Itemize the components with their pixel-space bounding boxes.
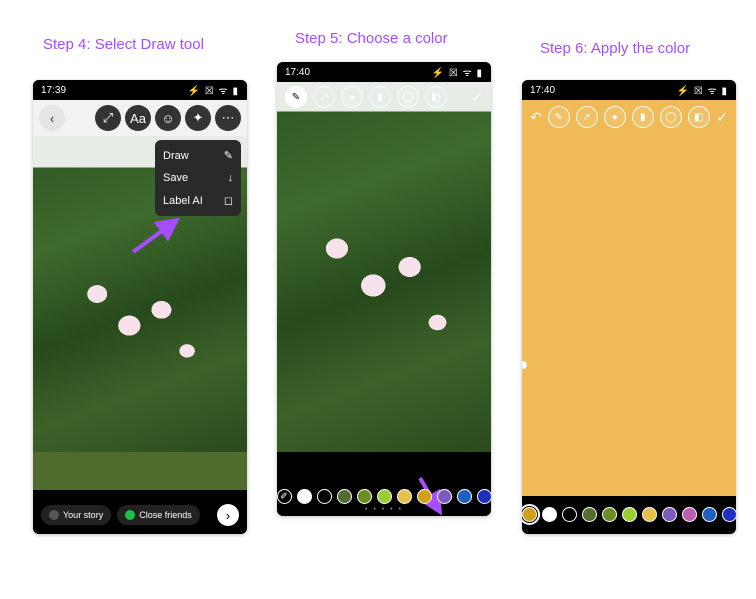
close-friends-button[interactable]: Close friends (117, 505, 200, 525)
menu-label: Save (163, 172, 188, 184)
caption-step6: Step 6: Apply the color (540, 40, 690, 57)
eyedropper-icon[interactable]: ✐ (277, 489, 292, 504)
phone-step5: 17:40 ⚡ ☒ ᯤ ▮ ✎ ↗ ● ▮ ◯ ◧ ✓ ✐ • • • • • (277, 62, 491, 516)
draw-toolbar: ↶ ✎ ↗ ● ▮ ◯ ◧ ✓ (522, 102, 736, 132)
color-swatch[interactable] (602, 507, 617, 522)
caption-step4: Step 4: Select Draw tool (43, 36, 204, 53)
your-story-button[interactable]: Your story (41, 505, 111, 525)
menu-item-draw[interactable]: Draw ✎ (155, 144, 241, 167)
story-image (277, 82, 491, 452)
palette-pager: • • • • • (277, 506, 491, 513)
clock: 17:39 (41, 85, 66, 96)
chisel-tool-icon[interactable]: ▮ (369, 86, 391, 108)
status-bar: 17:40 ⚡ ☒ ᯤ ▮ (277, 62, 491, 82)
pen-tool-icon[interactable]: ✎ (285, 86, 307, 108)
eraser-tool-icon[interactable]: ◧ (425, 86, 447, 108)
glow-tool-icon[interactable]: ● (341, 86, 363, 108)
image-bottom-strip (33, 452, 247, 490)
color-swatch[interactable] (622, 507, 637, 522)
phone-step4: 17:39 ⚡ ☒ ᯤ ▮ ‹ ⤢ Aa ☺ ✦ ⋯ Draw ✎ Save ↓… (33, 80, 247, 534)
status-icons: ⚡ ☒ ᯤ ▮ (188, 83, 239, 97)
draw-icon: ✎ (224, 149, 233, 162)
color-swatch[interactable] (337, 489, 352, 504)
star-icon (125, 510, 135, 520)
color-swatch[interactable] (682, 507, 697, 522)
status-icons: ⚡ ☒ ᯤ ▮ (677, 83, 728, 97)
done-button[interactable]: ✓ (471, 89, 483, 106)
color-palette: ✐ (277, 489, 491, 504)
your-story-label: Your story (63, 510, 103, 520)
color-swatch[interactable] (297, 489, 312, 504)
pen-tool-icon[interactable]: ✎ (548, 106, 570, 128)
brush-size-handle[interactable] (522, 361, 527, 369)
arrow-tool-icon[interactable]: ↗ (313, 86, 335, 108)
annotation-arrow (127, 210, 187, 260)
color-swatch[interactable] (702, 507, 717, 522)
menu-label: Label AI (163, 195, 203, 207)
chisel-tool-icon[interactable]: ▮ (632, 106, 654, 128)
clock: 17:40 (285, 67, 310, 78)
download-icon: ↓ (228, 172, 234, 184)
color-swatch[interactable] (437, 489, 452, 504)
color-swatch[interactable] (582, 507, 597, 522)
color-swatch[interactable] (522, 507, 537, 522)
filled-canvas[interactable] (522, 100, 736, 496)
menu-label: Draw (163, 150, 189, 162)
effects-icon[interactable]: ✦ (185, 105, 211, 131)
color-swatch[interactable] (417, 489, 432, 504)
sticker-icon[interactable]: ☺ (155, 105, 181, 131)
status-bar: 17:39 ⚡ ☒ ᯤ ▮ (33, 80, 247, 100)
editor-topbar: ‹ ⤢ Aa ☺ ✦ ⋯ (33, 100, 247, 136)
color-swatch[interactable] (357, 489, 372, 504)
close-friends-label: Close friends (139, 510, 192, 520)
color-swatch[interactable] (542, 507, 557, 522)
clock: 17:40 (530, 85, 555, 96)
share-bar: Your story Close friends › (33, 504, 247, 526)
color-swatch[interactable] (477, 489, 492, 504)
color-swatch[interactable] (377, 489, 392, 504)
eraser-tool-icon[interactable]: ◧ (688, 106, 710, 128)
expand-icon[interactable]: ⤢ (95, 105, 121, 131)
color-swatch[interactable] (722, 507, 737, 522)
avatar-icon (49, 510, 59, 520)
color-swatch[interactable] (317, 489, 332, 504)
send-button[interactable]: › (217, 504, 239, 526)
phone-step6: 17:40 ⚡ ☒ ᯤ ▮ ↶ ✎ ↗ ● ▮ ◯ ◧ ✓ (522, 80, 736, 534)
color-palette (522, 507, 736, 522)
status-bar: 17:40 ⚡ ☒ ᯤ ▮ (522, 80, 736, 100)
color-swatch[interactable] (457, 489, 472, 504)
color-swatch[interactable] (662, 507, 677, 522)
color-swatch[interactable] (642, 507, 657, 522)
caption-step5: Step 5: Choose a color (295, 30, 448, 47)
menu-item-save[interactable]: Save ↓ (155, 167, 241, 189)
more-icon[interactable]: ⋯ (215, 105, 241, 131)
color-swatch[interactable] (562, 507, 577, 522)
status-icons: ⚡ ☒ ᯤ ▮ (432, 65, 483, 79)
back-button[interactable]: ‹ (39, 105, 65, 131)
color-swatch[interactable] (397, 489, 412, 504)
square-icon: ◻ (224, 194, 233, 207)
arrow-tool-icon[interactable]: ↗ (576, 106, 598, 128)
done-button[interactable]: ✓ (716, 109, 728, 126)
more-menu: Draw ✎ Save ↓ Label AI ◻ (155, 140, 241, 216)
outline-tool-icon[interactable]: ◯ (397, 86, 419, 108)
draw-toolbar: ✎ ↗ ● ▮ ◯ ◧ ✓ (277, 82, 491, 112)
menu-item-label-ai[interactable]: Label AI ◻ (155, 189, 241, 212)
text-icon[interactable]: Aa (125, 105, 151, 131)
glow-tool-icon[interactable]: ● (604, 106, 626, 128)
outline-tool-icon[interactable]: ◯ (660, 106, 682, 128)
undo-icon[interactable]: ↶ (530, 109, 542, 126)
